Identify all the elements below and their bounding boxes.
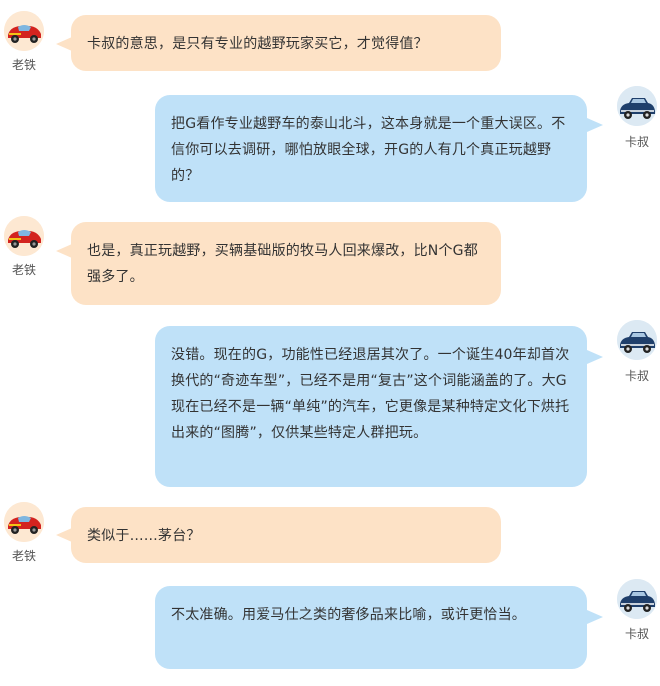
sender-name: 卡叔: [624, 627, 649, 641]
vintage-blue-car-avatar-icon[interactable]: [617, 579, 657, 619]
vintage-blue-car-avatar-icon[interactable]: [617, 320, 657, 360]
red-race-car-avatar-icon[interactable]: [4, 502, 44, 542]
message-bubble: 也是，真正玩越野，买辆基础版的牧马人回来爆改，比N个G都强多了。: [71, 222, 501, 305]
vintage-blue-car-avatar-icon[interactable]: [617, 86, 657, 126]
bubble-tail: [587, 350, 603, 364]
sender-name: 卡叔: [624, 135, 649, 149]
red-race-car-avatar-icon[interactable]: [4, 216, 44, 256]
bubble-tail: [587, 118, 603, 132]
bubble-tail: [587, 610, 603, 624]
message-bubble: 把G看作专业越野车的泰山北斗，这本身就是一个重大误区。不信你可以去调研，哪怕放眼…: [155, 95, 587, 202]
message-bubble: 没错。现在的G，功能性已经退居其次了。一个诞生40年却首次换代的“奇迹车型”，已…: [155, 326, 587, 487]
sender-name: 老铁: [11, 549, 36, 563]
sender-name: 老铁: [11, 263, 36, 277]
message-bubble: 卡叔的意思，是只有专业的越野玩家买它，才觉得值？: [71, 15, 501, 71]
sender-name: 卡叔: [624, 369, 649, 383]
message-bubble: 类似于……茅台？: [71, 507, 501, 563]
bubble-tail: [56, 528, 72, 542]
message-bubble: 不太准确。用爱马仕之类的奢侈品来比喻，或许更恰当。: [155, 586, 587, 669]
bubble-tail: [56, 37, 72, 51]
bubble-tail: [56, 244, 72, 258]
red-race-car-avatar-icon[interactable]: [4, 11, 44, 51]
sender-name: 老铁: [11, 58, 36, 72]
